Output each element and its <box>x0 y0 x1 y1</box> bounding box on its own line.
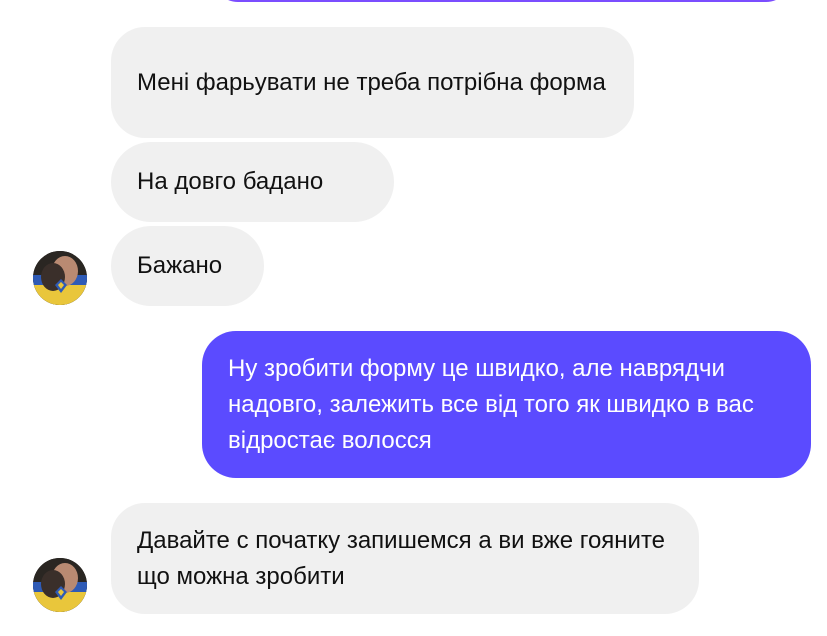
previous-outgoing-message-edge <box>212 0 792 2</box>
message-text: Бажано <box>137 252 223 279</box>
message-bubble-incoming-2[interactable]: На довго бадано <box>111 142 394 222</box>
message-bubble-incoming-4[interactable]: Давайте с початку запишемся а ви вже гоя… <box>111 503 699 614</box>
message-text: На довго бадано <box>137 168 324 195</box>
message-bubble-incoming-3[interactable]: Бажано <box>111 226 264 306</box>
contact-avatar[interactable] <box>33 251 87 305</box>
message-text: Ну зробити форму це швидко, але наврядчи… <box>228 354 754 454</box>
avatar-photo-icon <box>33 251 87 305</box>
message-bubble-incoming-1[interactable]: Мені фарьувати не треба потрібна форма <box>111 27 634 138</box>
message-bubble-outgoing-1[interactable]: Ну зробити форму це швидко, але наврядчи… <box>202 331 811 478</box>
avatar-photo-icon <box>33 558 87 612</box>
message-text: Давайте с початку запишемся а ви вже гоя… <box>137 526 666 590</box>
contact-avatar[interactable] <box>33 558 87 612</box>
message-text: Мені фарьувати не треба потрібна форма <box>137 68 606 96</box>
